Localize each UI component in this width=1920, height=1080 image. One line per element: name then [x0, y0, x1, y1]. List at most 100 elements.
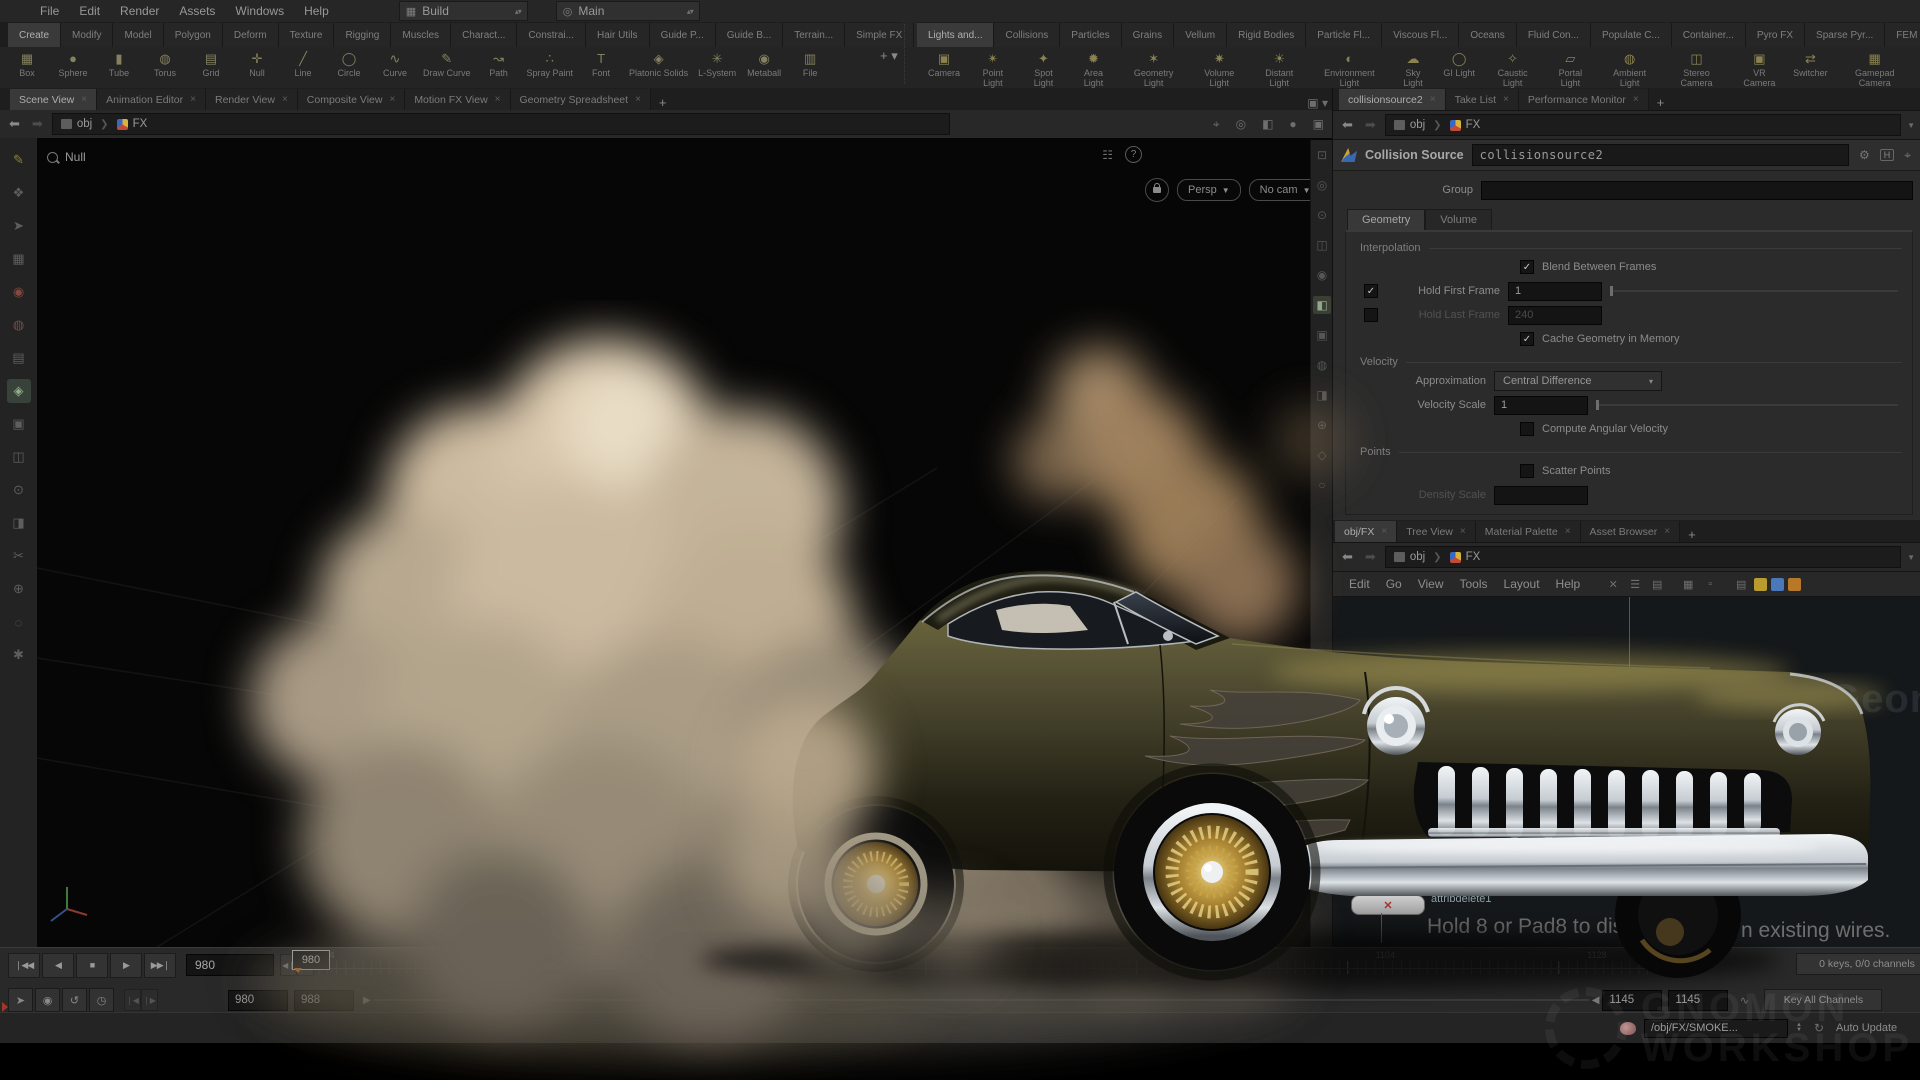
- range-step-forward[interactable]: ❘▶: [141, 989, 158, 1011]
- display-mode-icon[interactable]: ◧: [1313, 296, 1331, 314]
- shelf-tab[interactable]: FEM: [1885, 23, 1920, 47]
- shelf-tool[interactable]: ◈ Platonic Solids: [624, 50, 693, 79]
- cache-path-field[interactable]: /obj/FX/SMOKE...: [1644, 1019, 1788, 1038]
- shelf-tool[interactable]: ☁ Sky Light: [1390, 50, 1436, 88]
- tool-state-icon[interactable]: ◌: [7, 610, 31, 634]
- shelf-tool[interactable]: ▥ File: [787, 50, 833, 79]
- pane-tab[interactable]: obj/FX ×: [1335, 521, 1397, 542]
- shelf-tab[interactable]: Charact...: [451, 23, 517, 47]
- key-all-channels-button[interactable]: Key All Channels: [1764, 989, 1882, 1011]
- menu-item[interactable]: Edit: [69, 0, 110, 22]
- menu-item[interactable]: Help: [294, 0, 339, 22]
- tool-state-icon[interactable]: ▣: [7, 412, 31, 436]
- camera-lock-button[interactable]: [1145, 178, 1169, 202]
- pane-tab-add-button[interactable]: +: [651, 95, 675, 110]
- display-mode-icon[interactable]: ◨: [1313, 386, 1331, 404]
- shelf-tool[interactable]: ✎ Draw Curve: [418, 50, 476, 79]
- network-canvas[interactable]: Edition Geometry blast5 not G-4 vert3 ✕ …: [1333, 597, 1920, 945]
- shelf-tool[interactable]: ☀ Distant Light: [1250, 50, 1309, 88]
- shelf-tab[interactable]: Rigging: [334, 23, 391, 47]
- shelf-tool[interactable]: ◯ GI Light: [1436, 50, 1482, 79]
- viewport-tool-icon[interactable]: ◧: [1258, 117, 1277, 131]
- shelf-tab[interactable]: Lights and...: [917, 23, 994, 47]
- pane-tab[interactable]: Scene View ×: [10, 89, 97, 110]
- pane-tab[interactable]: Performance Monitor ×: [1519, 89, 1649, 110]
- shelf-tool[interactable]: ◯ Circle: [326, 50, 372, 79]
- shelf-tab[interactable]: Populate C...: [1591, 23, 1672, 47]
- shelf-tab[interactable]: Muscles: [391, 23, 451, 47]
- tab-close-icon[interactable]: ×: [190, 94, 196, 105]
- shelf-tab[interactable]: Hair Utils: [586, 23, 650, 47]
- desktop-spinner-icon[interactable]: ▴▾: [515, 7, 521, 16]
- viewport-tool-icon[interactable]: ●: [1285, 117, 1300, 131]
- display-options-icon[interactable]: ☷: [1098, 148, 1117, 162]
- hold-first-frame-field[interactable]: 1: [1508, 282, 1602, 301]
- tool-state-icon[interactable]: ◍: [7, 313, 31, 337]
- shelf-tool[interactable]: ✹ Area Light: [1068, 50, 1118, 88]
- hold-first-frame-slider[interactable]: [1610, 290, 1898, 292]
- tab-close-icon[interactable]: ×: [1664, 526, 1670, 537]
- view-spinner-icon[interactable]: ▴▾: [687, 7, 693, 16]
- chevron-down-icon[interactable]: ▼: [1907, 121, 1915, 130]
- velocity-scale-slider[interactable]: [1596, 404, 1898, 406]
- display-mode-icon[interactable]: ▣: [1313, 326, 1331, 344]
- approximation-dropdown[interactable]: Central Difference ▾: [1494, 371, 1662, 391]
- shelf-tool[interactable]: ╱ Line: [280, 50, 326, 79]
- shelf-tab[interactable]: Collisions: [994, 23, 1060, 47]
- pane-tab[interactable]: Tree View ×: [1397, 521, 1476, 542]
- display-mode-icon[interactable]: ○: [1313, 476, 1331, 494]
- pane-tab[interactable]: Take List ×: [1446, 89, 1519, 110]
- shelf-tab[interactable]: Grains: [1122, 23, 1174, 47]
- shelf-tool[interactable]: ✳ L-System: [693, 50, 741, 79]
- shelf-tab[interactable]: Container...: [1672, 23, 1746, 47]
- menu-item[interactable]: Render: [110, 0, 169, 22]
- cache-geometry-checkbox[interactable]: [1520, 332, 1534, 346]
- shelf-tool[interactable]: ✦ Spot Light: [1019, 50, 1069, 88]
- pane-tab[interactable]: collisionsource2 ×: [1339, 89, 1446, 110]
- tab-close-icon[interactable]: ×: [1633, 94, 1639, 105]
- pin-icon[interactable]: ⌖: [1902, 148, 1913, 163]
- shelf-tool[interactable]: ✧ Caustic Light: [1482, 50, 1543, 88]
- range-handle-left-icon[interactable]: ▶: [360, 995, 374, 1006]
- tab-close-icon[interactable]: ×: [81, 94, 87, 105]
- pane-tab[interactable]: Asset Browser ×: [1581, 521, 1681, 542]
- tool-state-icon[interactable]: ❖: [7, 181, 31, 205]
- shelf-tab[interactable]: Fluid Con...: [1517, 23, 1591, 47]
- node-blast5[interactable]: [1595, 685, 1659, 705]
- shelf-tab[interactable]: Texture: [279, 23, 335, 47]
- display-mode-icon[interactable]: ◍: [1313, 356, 1331, 374]
- background-image-icon[interactable]: [1771, 578, 1784, 591]
- tool-state-icon[interactable]: ◉: [7, 280, 31, 304]
- transport-button[interactable]: ▶: [110, 953, 142, 978]
- node-name-field[interactable]: collisionsource2: [1472, 144, 1849, 166]
- transport-button[interactable]: ◀: [42, 953, 74, 978]
- compute-angular-velocity-checkbox[interactable]: [1520, 422, 1534, 436]
- tool-state-icon[interactable]: ◫: [7, 445, 31, 469]
- tool-state-icon[interactable]: ⊙: [7, 478, 31, 502]
- shelf-tool[interactable]: ✴ Point Light: [967, 50, 1019, 88]
- shelf-tool[interactable]: ⇄ Switcher: [1787, 50, 1833, 79]
- blend-between-frames-checkbox[interactable]: [1520, 260, 1534, 274]
- network-menu-item[interactable]: Tools: [1452, 577, 1496, 591]
- back-arrow-icon[interactable]: ⬅: [1339, 117, 1356, 133]
- velocity-scale-field[interactable]: 1: [1494, 396, 1588, 415]
- network-menu-item[interactable]: View: [1410, 577, 1452, 591]
- tab-close-icon[interactable]: ×: [389, 94, 395, 105]
- tab-close-icon[interactable]: ×: [1565, 526, 1571, 537]
- node-attribdelete1[interactable]: ✕: [1351, 895, 1425, 915]
- scene-breadcrumb[interactable]: obj ❯ FX: [52, 113, 950, 135]
- tab-close-icon[interactable]: ×: [282, 94, 288, 105]
- shelf-tab[interactable]: Particle Fl...: [1306, 23, 1382, 47]
- network-editor[interactable]: obj/FX × Tree View × Material Palette × …: [1332, 520, 1920, 947]
- back-arrow-icon[interactable]: ⬅: [1339, 549, 1356, 565]
- shelf-tool[interactable]: ◐ Environment Light: [1309, 50, 1390, 88]
- shelf-tool[interactable]: ▦ Gamepad Camera: [1833, 50, 1916, 88]
- viewport-tool-icon[interactable]: ◎: [1232, 117, 1250, 131]
- shelf-tab[interactable]: Guide P...: [650, 23, 716, 47]
- spinner-icon[interactable]: ▲▼: [1796, 1023, 1802, 1033]
- timeline-tickband[interactable]: [292, 961, 1672, 974]
- playback-range-bar[interactable]: [374, 999, 1589, 1001]
- shelf-tab[interactable]: Deform: [223, 23, 279, 47]
- shelf-tab[interactable]: Oceans: [1459, 23, 1516, 47]
- playbar-option-icon[interactable]: ↺: [62, 988, 87, 1012]
